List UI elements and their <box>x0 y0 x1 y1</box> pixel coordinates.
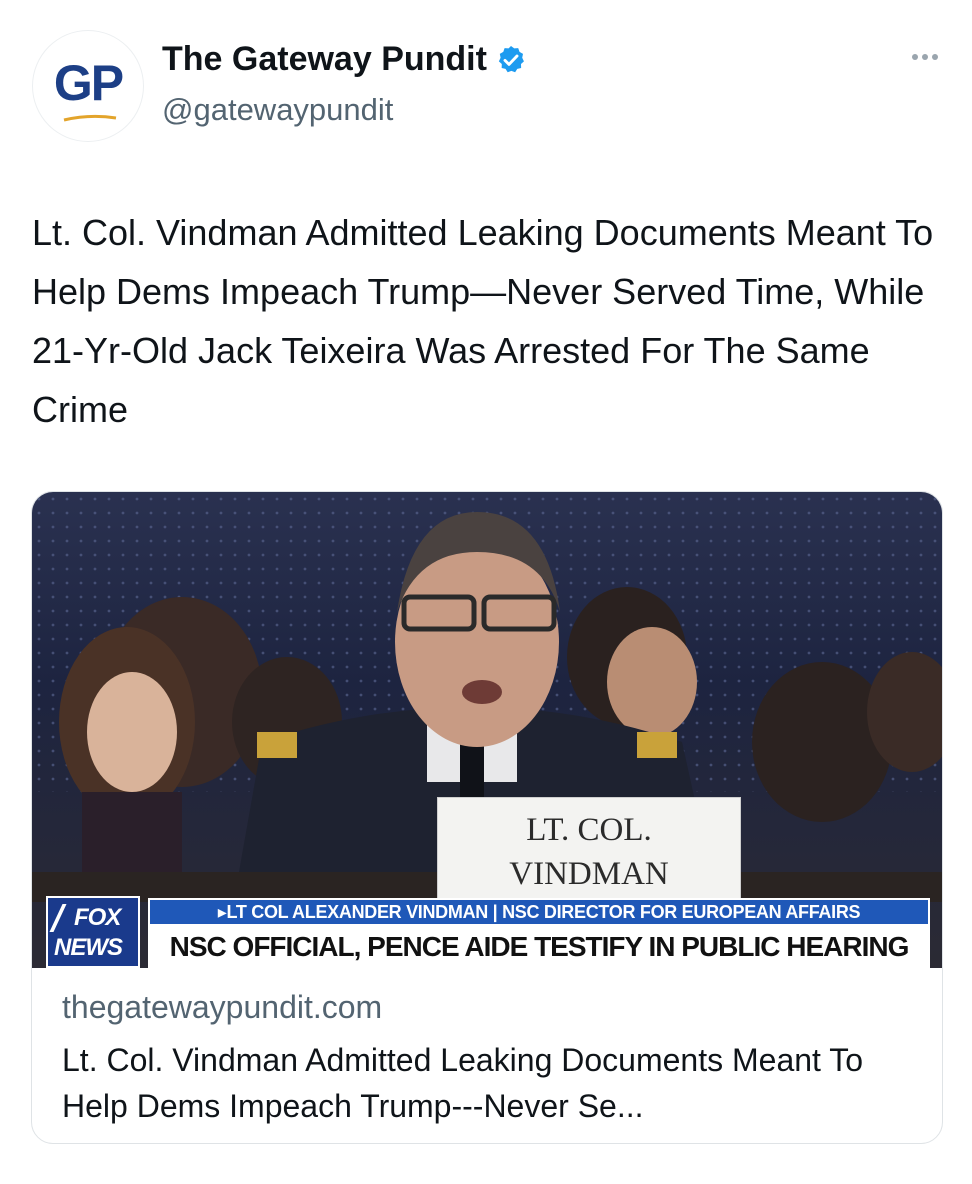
placard-line-1: LT. COL. <box>526 812 652 848</box>
author-name-row: The Gateway Pundit <box>162 40 527 79</box>
name-placard: LT. COL. VINDMAN <box>437 797 741 903</box>
fox-logo-line-2: NEWS <box>54 934 123 961</box>
chyron-subtitle: ▸LT COL ALEXANDER VINDMAN | NSC DIRECTOR… <box>148 898 930 926</box>
handle[interactable]: @gatewaypundit <box>162 92 393 128</box>
avatar-swoosh-icon <box>63 114 117 122</box>
card-domain: thegatewaypundit.com <box>62 989 383 1025</box>
link-card[interactable]: LT. COL. VINDMAN FOX NEWS ▸LT COL ALEXAN… <box>31 491 943 1144</box>
news-lower-third: FOX NEWS ▸LT COL ALEXANDER VINDMAN | NSC… <box>32 896 942 968</box>
tweet-text: Lt. Col. Vindman Admitted Leaking Docume… <box>32 212 934 430</box>
display-name[interactable]: The Gateway Pundit <box>162 40 487 79</box>
placard-line-2: VINDMAN <box>509 856 669 892</box>
fox-news-logo-icon: FOX NEWS <box>46 896 140 968</box>
fox-logo-line-1: FOX <box>74 904 121 931</box>
avatar-logo-text: GP <box>53 55 124 111</box>
card-image[interactable]: LT. COL. VINDMAN FOX NEWS ▸LT COL ALEXAN… <box>32 492 942 968</box>
card-title: Lt. Col. Vindman Admitted Leaking Docume… <box>62 1042 864 1124</box>
verified-badge-icon <box>498 45 524 72</box>
chyron-headline: NSC OFFICIAL, PENCE AIDE TESTIFY IN PUBL… <box>148 926 930 968</box>
more-options-icon[interactable] <box>912 54 938 60</box>
avatar[interactable]: GP <box>32 30 144 142</box>
